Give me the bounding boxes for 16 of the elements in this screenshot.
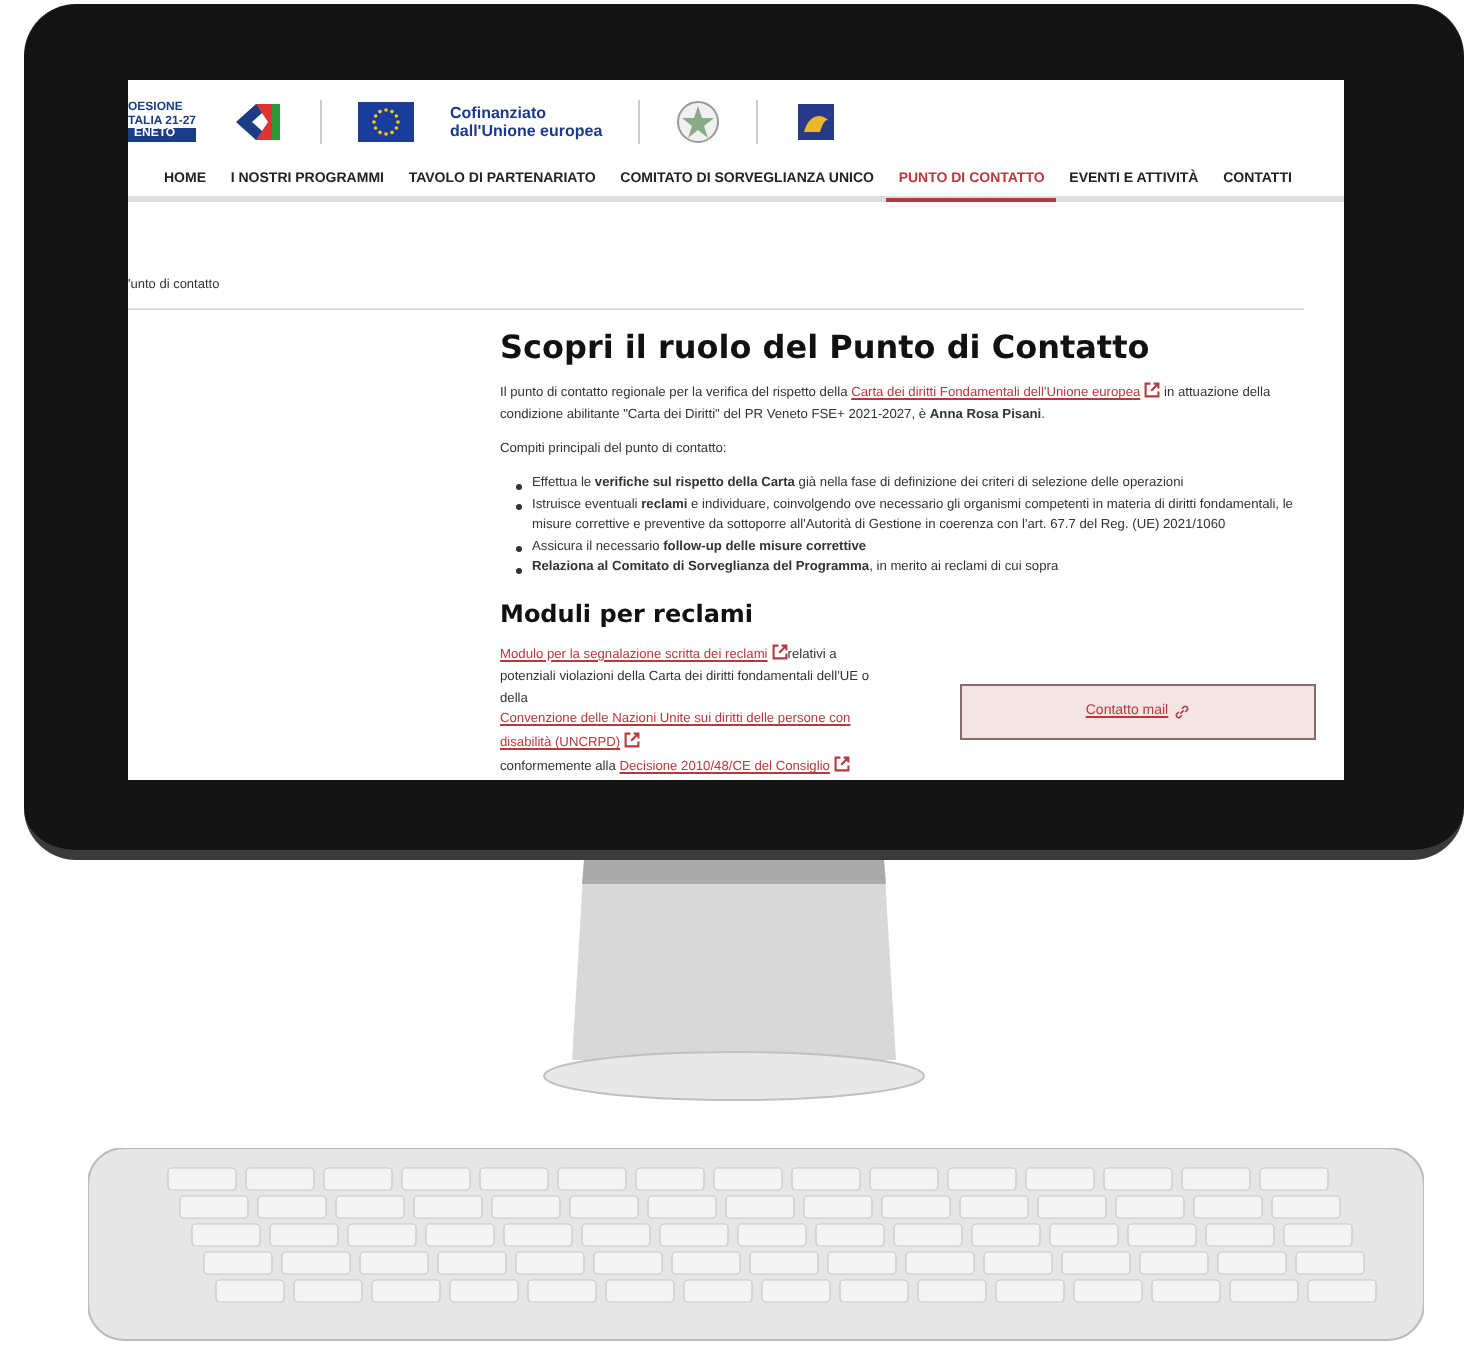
emblem-icon xyxy=(676,99,721,144)
eu-cofinancing-text: Cofinanziato dall'Unione europea xyxy=(450,103,603,141)
link-icon xyxy=(1174,703,1191,720)
bullet-icon xyxy=(516,483,522,490)
page-title: Scopri il ruolo del Punto di Contatto xyxy=(500,328,1152,367)
external-link-icon xyxy=(1144,382,1161,399)
bullet-icon xyxy=(516,567,522,574)
bullet-icon xyxy=(516,546,522,553)
lion-crest-icon xyxy=(794,99,839,144)
eu-flag-icon xyxy=(358,101,415,142)
external-link-icon xyxy=(833,756,850,773)
external-link-icon xyxy=(771,643,788,660)
bullet-icon xyxy=(516,504,522,511)
section-heading: Moduli per reclami xyxy=(500,599,756,628)
external-link-icon xyxy=(624,732,641,749)
arrow-logo-icon xyxy=(232,99,285,144)
